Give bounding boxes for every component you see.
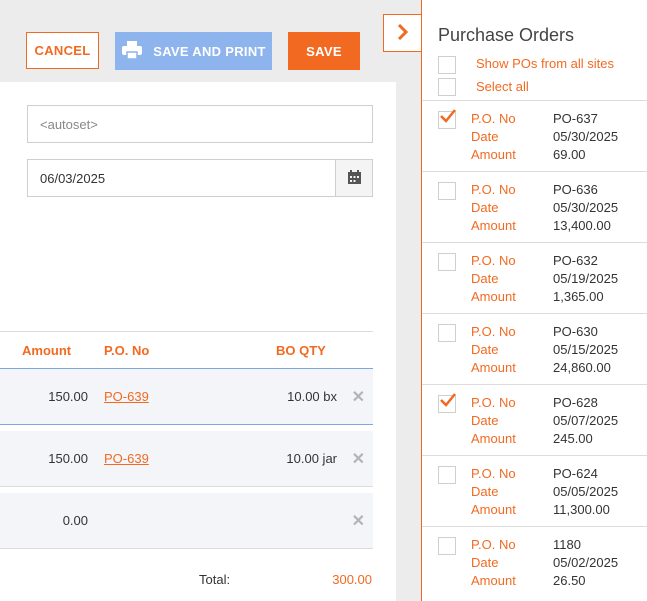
po-amount-value: 24,860.00 — [553, 360, 611, 375]
table-row[interactable]: 150.00 PO-639 10.00 jar ✕ — [0, 431, 373, 487]
po-list-item[interactable]: P.O. No Date Amount PO-628 05/07/2025 245.00 — [422, 384, 647, 455]
po-list-item[interactable]: P.O. No Date Amount PO-637 05/30/2025 69.00 — [422, 100, 647, 171]
po-date-label: Date — [471, 200, 499, 215]
remove-row-icon[interactable]: ✕ — [352, 449, 365, 469]
row-po-link[interactable]: PO-639 — [104, 389, 149, 404]
po-amount-value: 26.50 — [553, 573, 586, 588]
row-amount: 150.00 — [48, 389, 88, 404]
total-label: Total: — [199, 572, 231, 587]
po-list-item[interactable]: P.O. No Date Amount PO-636 05/30/2025 13,400.… — [422, 171, 647, 242]
po-list-item[interactable]: P.O. No Date Amount PO-632 05/19/2025 1,365.0… — [422, 242, 647, 313]
po-no-label: P.O. No — [471, 182, 516, 197]
po-date-value: 05/07/2025 — [553, 413, 619, 428]
po-no-value: PO-628 — [553, 395, 598, 410]
table-header: Amount P.O. No BO QTY — [0, 331, 373, 369]
po-date-value: 05/05/2025 — [553, 484, 619, 499]
total-value: 300.00 — [332, 572, 372, 587]
po-amount-value: 11,300.00 — [553, 502, 610, 517]
cancel-button[interactable]: CANCEL — [26, 32, 99, 69]
date-value: 06/03/2025 — [40, 170, 106, 186]
po-checkbox[interactable] — [438, 109, 456, 129]
po-amount-label: Amount — [471, 147, 516, 162]
remove-row-icon[interactable]: ✕ — [352, 387, 365, 407]
sidebar-toggle-button[interactable] — [383, 14, 422, 52]
po-no-value: PO-624 — [553, 466, 598, 481]
calendar-button[interactable] — [335, 160, 372, 196]
po-date-value: 05/30/2025 — [553, 129, 619, 144]
po-no-label: P.O. No — [471, 466, 516, 481]
header-po-no[interactable]: P.O. No — [104, 343, 149, 358]
po-amount-value: 245.00 — [553, 431, 593, 446]
header-amount[interactable]: Amount — [22, 343, 71, 358]
po-amount-label: Amount — [471, 218, 516, 233]
save-and-print-button[interactable]: SAVE AND PRINT — [115, 32, 272, 70]
po-checkbox[interactable] — [438, 182, 456, 200]
save-button[interactable]: SAVE — [288, 32, 360, 70]
calendar-icon — [347, 169, 361, 187]
po-date-label: Date — [471, 129, 499, 144]
po-no-value: PO-630 — [553, 324, 598, 339]
po-checkbox[interactable] — [438, 466, 456, 484]
po-no-label: P.O. No — [471, 253, 516, 268]
chevron-right-icon — [397, 23, 409, 43]
po-amount-label: Amount — [471, 289, 516, 304]
po-date-label: Date — [471, 484, 499, 499]
po-date-label: Date — [471, 342, 499, 357]
main-panel: <autoset> 06/03/2025 Amount P.O. No BO Q… — [0, 82, 396, 601]
po-no-label: P.O. No — [471, 395, 516, 410]
po-no-value: PO-636 — [553, 182, 598, 197]
select-all-checkbox[interactable] — [438, 78, 456, 96]
po-no-label: P.O. No — [471, 324, 516, 339]
table-row[interactable]: 0.00 ✕ — [0, 493, 373, 549]
po-amount-label: Amount — [471, 573, 516, 588]
po-checkbox[interactable] — [438, 253, 456, 271]
po-checkbox[interactable] — [438, 324, 456, 342]
row-amount: 150.00 — [48, 451, 88, 466]
po-list-item[interactable]: P.O. No Date Amount 1180 05/02/2025 26.50 — [422, 526, 647, 597]
po-checkbox[interactable] — [438, 537, 456, 555]
po-amount-label: Amount — [471, 502, 516, 517]
row-qty: 10.00 bx — [287, 389, 337, 404]
purchase-orders-sidebar: Purchase Orders Show POs from all sites … — [421, 0, 647, 601]
po-date-label: Date — [471, 413, 499, 428]
po-date-value: 05/30/2025 — [553, 200, 619, 215]
po-amount-value: 69.00 — [553, 147, 586, 162]
autoset-field[interactable]: <autoset> — [27, 105, 373, 143]
po-list-item[interactable]: P.O. No Date Amount PO-624 05/05/2025 11,300.… — [422, 455, 647, 526]
po-checkbox[interactable] — [438, 393, 456, 413]
po-list-item[interactable]: P.O. No Date Amount PO-630 05/15/2025 24,860.… — [422, 313, 647, 384]
po-date-value: 05/19/2025 — [553, 271, 619, 286]
show-all-sites-label[interactable]: Show POs from all sites — [476, 56, 614, 71]
po-date-label: Date — [471, 555, 499, 570]
po-amount-label: Amount — [471, 431, 516, 446]
row-po-link[interactable]: PO-639 — [104, 451, 149, 466]
po-no-value: PO-637 — [553, 111, 598, 126]
po-date-value: 05/02/2025 — [553, 555, 619, 570]
po-amount-value: 1,365.00 — [553, 289, 604, 304]
select-all-label[interactable]: Select all — [476, 79, 529, 94]
remove-row-icon[interactable]: ✕ — [352, 511, 365, 531]
po-no-label: P.O. No — [471, 111, 516, 126]
po-no-value: 1180 — [553, 537, 581, 552]
sidebar-title: Purchase Orders — [438, 25, 575, 45]
checkmark-icon — [440, 109, 456, 126]
po-no-value: PO-632 — [553, 253, 598, 268]
save-and-print-label: SAVE AND PRINT — [153, 43, 266, 59]
po-amount-value: 13,400.00 — [553, 218, 611, 233]
show-all-sites-checkbox[interactable] — [438, 56, 456, 74]
checkmark-icon — [440, 393, 456, 410]
row-amount: 0.00 — [62, 513, 88, 528]
row-qty: 10.00 jar — [286, 451, 337, 466]
header-bo-qty[interactable]: BO QTY — [276, 343, 326, 358]
po-no-label: P.O. No — [471, 537, 516, 552]
printer-icon — [121, 40, 143, 63]
po-amount-label: Amount — [471, 360, 516, 375]
table-row[interactable]: 150.00 PO-639 10.00 bx ✕ — [0, 369, 373, 425]
date-field[interactable]: 06/03/2025 — [27, 159, 373, 197]
po-date-value: 05/15/2025 — [553, 342, 619, 357]
po-date-label: Date — [471, 271, 499, 286]
